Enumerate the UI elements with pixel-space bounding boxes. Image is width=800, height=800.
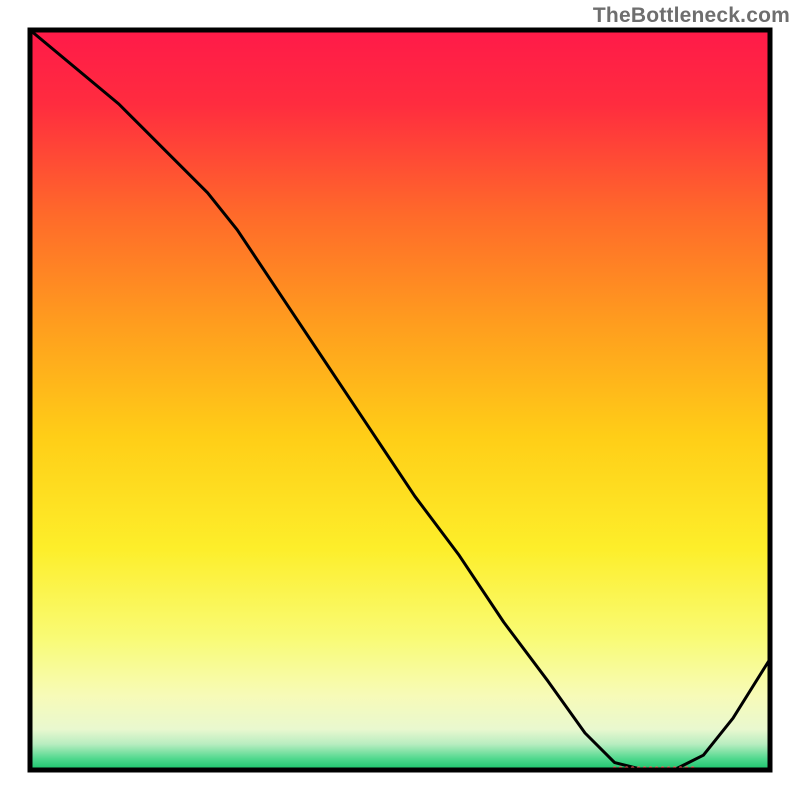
chart-container: TheBottleneck.com: [0, 0, 800, 800]
bottleneck-chart: [0, 0, 800, 800]
chart-background: [30, 30, 770, 770]
